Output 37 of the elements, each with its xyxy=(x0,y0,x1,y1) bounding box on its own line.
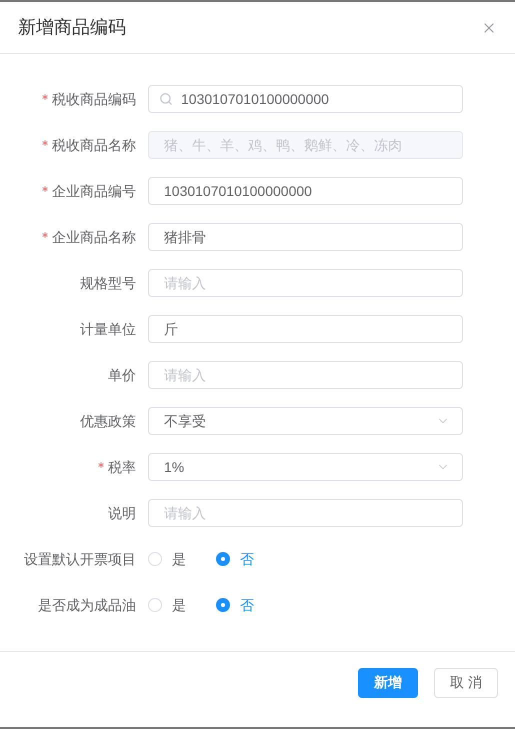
cancel-button[interactable]: 取 消 xyxy=(434,668,498,698)
radio-button[interactable] xyxy=(216,598,230,612)
field-value: 1% xyxy=(164,458,184,476)
select-field[interactable]: 不享受 xyxy=(148,407,463,435)
field-label: 企业商品编号 xyxy=(52,182,136,200)
field-label: 计量单位 xyxy=(80,320,136,338)
input-field[interactable]: 猪排骨 xyxy=(148,223,463,251)
field-value: 1030107010100000000 xyxy=(181,90,329,108)
dialog-title: 新增商品编码 xyxy=(18,16,126,39)
field-label: 税率 xyxy=(108,458,136,476)
field-label: 税收商品编码 xyxy=(52,90,136,108)
add-button[interactable]: 新增 xyxy=(358,668,418,698)
field-placeholder: 请输入 xyxy=(164,366,206,384)
radio-button[interactable] xyxy=(216,552,230,566)
radio-label[interactable]: 是 xyxy=(172,548,186,570)
field-label: 设置默认开票项目 xyxy=(24,550,136,568)
input-field[interactable]: 1030107010100000000 xyxy=(148,177,463,205)
field-label: 说明 xyxy=(108,504,136,522)
field-value: 不享受 xyxy=(164,412,206,430)
input-field[interactable]: 斤 xyxy=(148,315,463,343)
field-label: 企业商品名称 xyxy=(52,228,136,246)
field-label: 单价 xyxy=(108,366,136,384)
field-placeholder: 请输入 xyxy=(164,274,206,292)
search-icon xyxy=(159,92,173,106)
field-label: 优惠政策 xyxy=(80,412,136,430)
field-value: 斤 xyxy=(164,320,178,338)
field-value: 猪排骨 xyxy=(164,228,206,246)
field-placeholder: 请输入 xyxy=(164,504,206,522)
field-label: 税收商品名称 xyxy=(52,136,136,154)
radio-label[interactable]: 否 xyxy=(240,548,254,570)
field-value: 1030107010100000000 xyxy=(164,182,312,200)
field-label: 规格型号 xyxy=(80,274,136,292)
select-field[interactable]: 1% xyxy=(148,453,463,481)
radio-label[interactable]: 是 xyxy=(172,594,186,616)
field-label: 是否成为成品油 xyxy=(38,596,136,614)
radio-label[interactable]: 否 xyxy=(240,594,254,616)
search-field[interactable]: 1030107010100000000 xyxy=(148,85,463,113)
